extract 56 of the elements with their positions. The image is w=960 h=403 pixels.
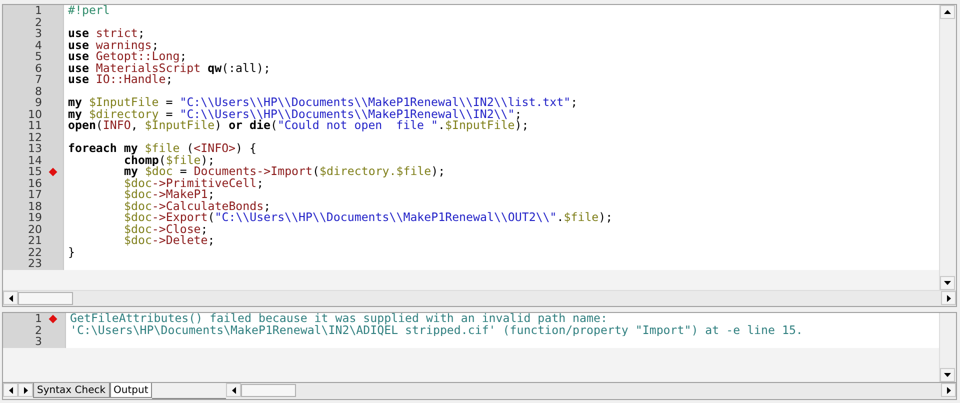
code-line: $doc->CalculateBonds; bbox=[123, 200, 271, 212]
line-number: 9 bbox=[34, 97, 42, 108]
line-number: 2 bbox=[34, 324, 42, 336]
line-number: 15 bbox=[27, 166, 42, 178]
breakpoint-icon[interactable] bbox=[48, 168, 57, 176]
line-number: 14 bbox=[27, 154, 42, 166]
code-line: use MaterialsScript qw(:all); bbox=[67, 62, 270, 74]
code-line: chomp($file); bbox=[123, 154, 215, 166]
vertical-scrollbar[interactable] bbox=[939, 5, 956, 290]
line-number: 21 bbox=[27, 235, 42, 246]
vertical-scrollbar[interactable] bbox=[939, 313, 956, 382]
line-number: 1 bbox=[34, 5, 42, 16]
line-number: 7 bbox=[34, 74, 42, 86]
horizontal-scrollbar[interactable] bbox=[3, 290, 956, 306]
line-number: 13 bbox=[27, 143, 42, 154]
code-line: use Getopt::Long; bbox=[67, 51, 187, 62]
code-line: my $directory = "C:\\Users\\HP\\Documents\\MakeP1Renewal\\IN2\\"; bbox=[67, 108, 522, 120]
line-number: 3 bbox=[34, 336, 42, 348]
line-number: 1 bbox=[34, 313, 42, 324]
code-line: $doc->MakeP1; bbox=[123, 189, 215, 200]
line-number: 2 bbox=[34, 16, 42, 28]
tab[interactable]: Output bbox=[110, 383, 152, 398]
line-number: 23 bbox=[27, 258, 42, 270]
code-line: foreach my $file (<INFO>) { bbox=[67, 143, 256, 154]
scroll-thumb[interactable] bbox=[241, 384, 296, 397]
line-number: 4 bbox=[34, 40, 42, 51]
scroll-thumb[interactable] bbox=[18, 292, 73, 305]
tab[interactable]: Syntax Check bbox=[33, 383, 110, 398]
code-line: use strict; bbox=[67, 28, 145, 40]
line-number: 12 bbox=[27, 132, 42, 143]
code-line: open(INFO, $InputFile) or die("Could not open file ".$InputFile); bbox=[67, 120, 529, 132]
code-line: $doc->PrimitiveCell; bbox=[123, 178, 264, 189]
line-number: 8 bbox=[34, 86, 42, 97]
output-line: GetFileAttributes() failed because it was supplied with an invalid path name: bbox=[69, 313, 608, 324]
line-number: 10 bbox=[27, 108, 42, 120]
code-line: $doc->Export("C:\\Users\\HP\\Documents\\MakeP1Renewal\\OUT2\\".$file); bbox=[123, 212, 613, 224]
line-number: 11 bbox=[27, 120, 42, 132]
line-number: 18 bbox=[27, 200, 42, 212]
code-line: $doc->Close; bbox=[123, 224, 208, 235]
line-number: 16 bbox=[27, 178, 42, 189]
line-number: 19 bbox=[27, 212, 42, 224]
code-line: } bbox=[67, 246, 75, 258]
line-number: 17 bbox=[27, 189, 42, 200]
output-line: 'C:\Users\HP\Documents\MakeP1Renewal\IN2\ADIQEL_stripped.cif' (function/property "Import") at -e line 15. bbox=[69, 324, 803, 336]
code-line: use warnings; bbox=[67, 40, 159, 51]
code-line: #!perl bbox=[67, 5, 110, 16]
horizontal-scrollbar[interactable] bbox=[226, 383, 956, 398]
line-number: 3 bbox=[34, 28, 42, 40]
code-line: $doc->Delete; bbox=[123, 235, 215, 246]
code-line: my $InputFile = "C:\\Users\\HP\\Documents\\MakeP1Renewal\\IN2\\list.txt"; bbox=[67, 97, 578, 108]
code-line: my $doc = Documents->Import($directory.$file); bbox=[123, 166, 446, 178]
line-number: 5 bbox=[34, 51, 42, 62]
line-number: 20 bbox=[27, 224, 42, 235]
line-number: 6 bbox=[34, 62, 42, 74]
code-line: use IO::Handle; bbox=[67, 74, 173, 86]
line-number: 22 bbox=[27, 246, 42, 258]
